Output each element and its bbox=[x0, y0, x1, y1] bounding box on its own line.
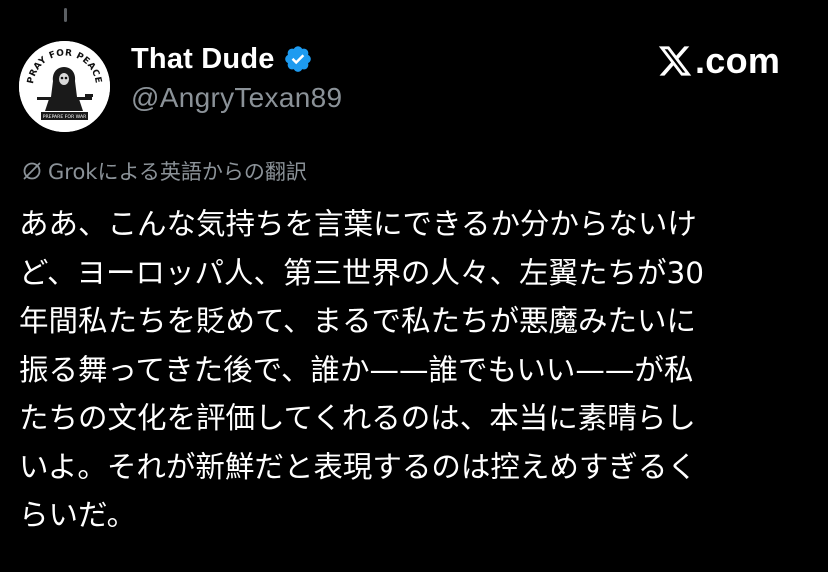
x-logo-icon bbox=[657, 43, 693, 79]
tweet-body: ああ、こんな気持ちを言葉にできるか分からないけ ど、ヨーロッパ人、第三世界の人々… bbox=[19, 200, 819, 540]
avatar-bottom-text: PREPARE FOR WAR bbox=[43, 114, 87, 120]
tweet-line: たちの文化を評価してくれるのは、本当に素晴らし bbox=[19, 401, 696, 435]
avatar-skeleton-soldier-icon: PRAY FOR PEACE PREPARE FOR WAR bbox=[19, 41, 110, 132]
thread-connector-line bbox=[64, 8, 67, 22]
author-name-row[interactable]: That Dude bbox=[131, 38, 313, 80]
translation-notice[interactable]: Grokによる英語からの翻訳 bbox=[21, 156, 307, 186]
grok-icon bbox=[21, 160, 43, 182]
author-handle[interactable]: @AngryTexan89 bbox=[131, 82, 342, 114]
avatar[interactable]: PRAY FOR PEACE PREPARE FOR WAR bbox=[19, 41, 110, 132]
brand-watermark: .com bbox=[657, 38, 780, 84]
tweet-line: ああ、こんな気持ちを言葉にできるか分からないけ bbox=[19, 207, 697, 241]
brand-suffix: .com bbox=[695, 40, 781, 81]
tweet-line: らいだ。 bbox=[19, 498, 137, 532]
author-display-name[interactable]: That Dude bbox=[131, 43, 275, 76]
tweet-line: ど、ヨーロッパ人、第三世界の人々、左翼たちが30 bbox=[19, 255, 705, 290]
tweet-line: 年間私たちを貶めて、まるで私たちが悪魔みたいに bbox=[19, 304, 697, 338]
tweet-line: 振る舞ってきた後で、誰か——誰でもいい——が私 bbox=[19, 352, 694, 387]
translation-label: Grokによる英語からの翻訳 bbox=[48, 160, 307, 184]
verified-badge-icon bbox=[283, 44, 313, 74]
tweet-line: いよ。それが新鮮だと表現するのは控えめすぎるく bbox=[19, 449, 697, 484]
